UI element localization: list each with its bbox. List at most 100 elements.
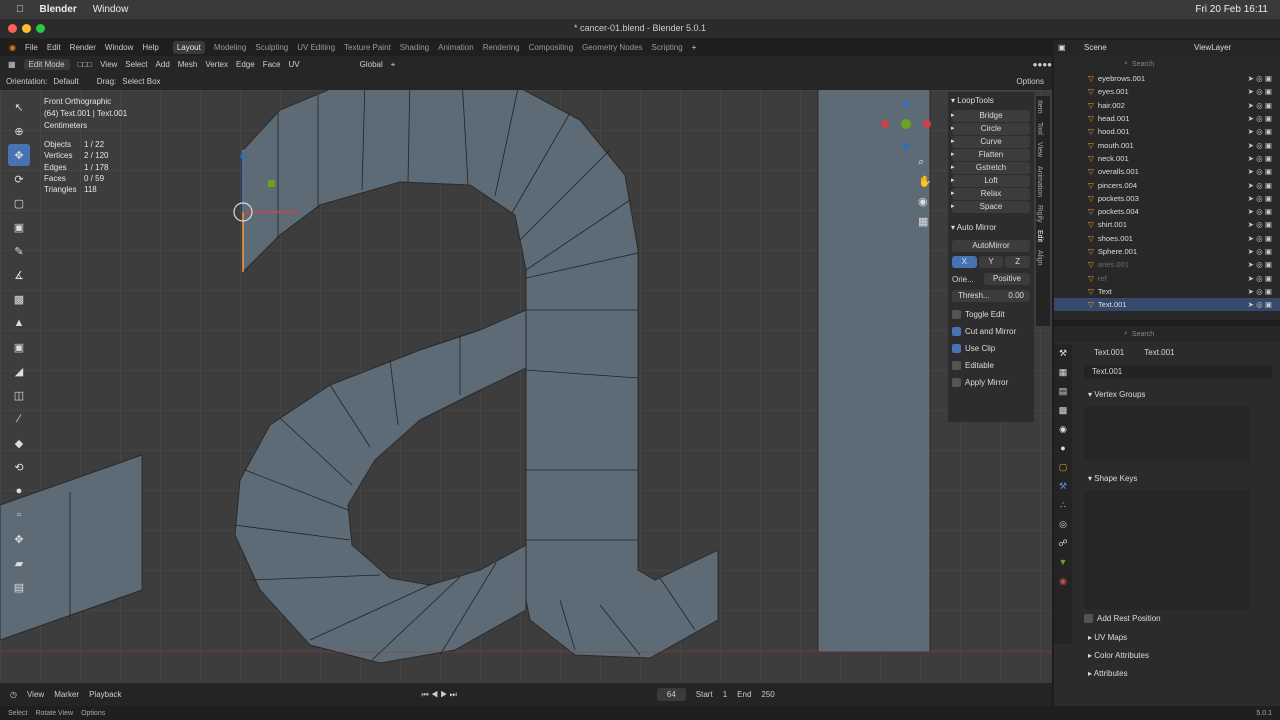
add-cube-tool-icon[interactable]: ▩ (8, 288, 30, 310)
apply-mirror-checkbox[interactable]: Apply Mirror (952, 374, 1030, 391)
outliner-row[interactable]: ▽ aries.001 ➤ ◎ ▣ (1054, 258, 1280, 271)
physics-tab-icon[interactable]: ◎ (1054, 515, 1072, 534)
apple-icon[interactable]:  (16, 4, 24, 15)
tab-align[interactable]: Align (1036, 246, 1043, 270)
current-frame-field[interactable]: 64 (656, 688, 686, 701)
visibility-icons[interactable]: ➤ ◎ ▣ (1248, 247, 1272, 256)
tab-scripting[interactable]: Scripting (652, 43, 683, 52)
edge-slide-tool-icon[interactable]: ▫ (8, 504, 30, 526)
outliner-row[interactable]: ▽ eyes.001 ➤ ◎ ▣ (1054, 85, 1280, 98)
menu-file[interactable]: File (25, 43, 38, 52)
outliner-row[interactable]: ▽ pockets.004 ➤ ◎ ▣ (1054, 205, 1280, 218)
shrink-tool-icon[interactable]: ✥ (8, 528, 30, 550)
close-window-button[interactable] (8, 24, 17, 33)
menu-mesh[interactable]: Mesh (178, 60, 198, 69)
rotate-tool-icon[interactable]: ⟳ (8, 168, 30, 190)
properties-search[interactable]: ⌕ Search (1054, 326, 1280, 342)
move-tool-icon[interactable]: ✥ (8, 144, 30, 166)
tab-texture-paint[interactable]: Texture Paint (344, 43, 391, 52)
outliner-row[interactable]: ▽ eyebrows.001 ➤ ◎ ▣ (1054, 72, 1280, 85)
timeline-menu-view[interactable]: View (27, 690, 44, 699)
knife-tool-icon[interactable]: ∕ (8, 408, 30, 430)
menu-help[interactable]: Help (142, 43, 158, 52)
view-layer-tab-icon[interactable]: ▩ (1054, 401, 1072, 420)
smooth-tool-icon[interactable]: ● (8, 480, 30, 502)
select-tool-icon[interactable]: ↖ (8, 96, 30, 118)
toggle-edit-checkbox[interactable]: Toggle Edit (952, 306, 1030, 323)
menu-window[interactable]: Window (105, 43, 133, 52)
visibility-icons[interactable]: ➤ ◎ ▣ (1248, 234, 1272, 243)
orientation-select[interactable]: Default (53, 77, 78, 86)
clock[interactable]: Fri 20 Feb 16:11 (1195, 4, 1268, 15)
outliner-row[interactable]: ▽ Text ➤ ◎ ▣ (1054, 285, 1280, 298)
visibility-icons[interactable]: ➤ ◎ ▣ (1248, 167, 1272, 176)
render-tab-icon[interactable]: ▦ (1054, 363, 1072, 382)
tab-animation[interactable]: Animation (438, 43, 474, 52)
loop-cut-tool-icon[interactable]: ◫ (8, 384, 30, 406)
shape-keys-section[interactable]: ▾ Shape Keys (1074, 471, 1280, 486)
tab-item[interactable]: Item (1036, 96, 1043, 118)
outliner-row[interactable]: ▽ Text.001 ➤ ◎ ▣ (1054, 298, 1280, 312)
menu-uv[interactable]: UV (289, 60, 300, 69)
extrude-tool-icon[interactable]: ▲ (8, 312, 30, 334)
tab-sculpting[interactable]: Sculpting (255, 43, 288, 52)
visibility-icons[interactable]: ➤ ◎ ▣ (1248, 154, 1272, 163)
orientation-dropdown[interactable]: Positive (984, 273, 1030, 285)
tab-tool[interactable]: Tool (1036, 118, 1043, 139)
scene-name[interactable]: Scene (1084, 43, 1107, 52)
zoom-window-button[interactable] (36, 24, 45, 33)
playback-controls[interactable]: ⏮ ◀ ▶ ⏭ (422, 690, 457, 700)
bevel-tool-icon[interactable]: ◢ (8, 360, 30, 382)
object-tab-icon[interactable]: ▢ (1054, 458, 1072, 477)
vertex-groups-section[interactable]: ▾ Vertex Groups (1074, 387, 1280, 402)
spin-tool-icon[interactable]: ⟲ (8, 456, 30, 478)
viewlayer-name[interactable]: ViewLayer (1194, 43, 1231, 52)
looptools-flatten-button[interactable]: ▸ Flatten (951, 149, 1030, 161)
cursor-tool-icon[interactable]: ⊕ (8, 120, 30, 142)
outliner-row[interactable]: ▽ neck.001 ➤ ◎ ▣ (1054, 152, 1280, 165)
snap-icon[interactable]: ⌖ (391, 60, 396, 70)
threshold-field[interactable]: Thresh... 0.00 (952, 290, 1030, 302)
visibility-icons[interactable]: ➤ ◎ ▣ (1248, 300, 1272, 309)
menu-select[interactable]: Select (125, 60, 147, 69)
cut-and-mirror-checkbox[interactable]: Cut and Mirror (952, 323, 1030, 340)
menu-render[interactable]: Render (70, 43, 96, 52)
tab-rendering[interactable]: Rendering (483, 43, 520, 52)
outliner-row[interactable]: ▽ head.001 ➤ ◎ ▣ (1054, 112, 1280, 125)
visibility-icons[interactable]: ➤ ◎ ▣ (1248, 274, 1272, 283)
shading-icon[interactable]: ●●●● (1033, 60, 1052, 69)
axis-y-toggle[interactable]: Y (978, 256, 1004, 268)
app-menu[interactable]: Blender (40, 4, 77, 15)
camera-icon[interactable]: ◉ (918, 192, 932, 212)
transform-tool-icon[interactable]: ▣ (8, 216, 30, 238)
tab-rigify[interactable]: Rigify (1036, 201, 1043, 227)
visibility-icons[interactable]: ➤ ◎ ▣ (1248, 74, 1272, 83)
inset-tool-icon[interactable]: ▣ (8, 336, 30, 358)
tab-modeling[interactable]: Modeling (214, 43, 246, 52)
ortho-grid-icon[interactable]: ▦ (918, 212, 932, 232)
blender-logo-icon[interactable]: ◉ (9, 43, 16, 52)
menu-face[interactable]: Face (263, 60, 281, 69)
mesh-canvas[interactable] (0, 90, 1052, 683)
outliner-search[interactable]: ⌕ Search (1054, 56, 1280, 72)
tab-uv-editing[interactable]: UV Editing (297, 43, 335, 52)
navigation-gizmo[interactable] (878, 96, 938, 156)
end-frame-field[interactable]: 250 (761, 690, 774, 699)
modifier-tab-icon[interactable]: ⚒ (1054, 477, 1072, 496)
window-menu[interactable]: Window (93, 4, 129, 15)
constraints-tab-icon[interactable]: ☍ (1054, 534, 1072, 553)
tab-layout[interactable]: Layout (172, 40, 205, 54)
tab-view[interactable]: View (1036, 138, 1043, 161)
looptools-relax-button[interactable]: ▸ Relax (951, 188, 1030, 200)
annotate-tool-icon[interactable]: ✎ (8, 240, 30, 262)
tab-compositing[interactable]: Compositing (529, 43, 573, 52)
zoom-icon[interactable]: ⌕ (918, 152, 932, 172)
scale-tool-icon[interactable]: ▢ (8, 192, 30, 214)
attributes-section[interactable]: ▸ Attributes (1074, 666, 1280, 681)
menu-edge[interactable]: Edge (236, 60, 255, 69)
vertex-groups-list[interactable] (1084, 406, 1250, 461)
menu-add[interactable]: Add (156, 60, 170, 69)
looptools-bridge-button[interactable]: ▸ Bridge (951, 110, 1030, 122)
axis-z-toggle[interactable]: Z (1005, 256, 1031, 268)
automirror-header[interactable]: ▾ Auto Mirror (948, 219, 1034, 236)
